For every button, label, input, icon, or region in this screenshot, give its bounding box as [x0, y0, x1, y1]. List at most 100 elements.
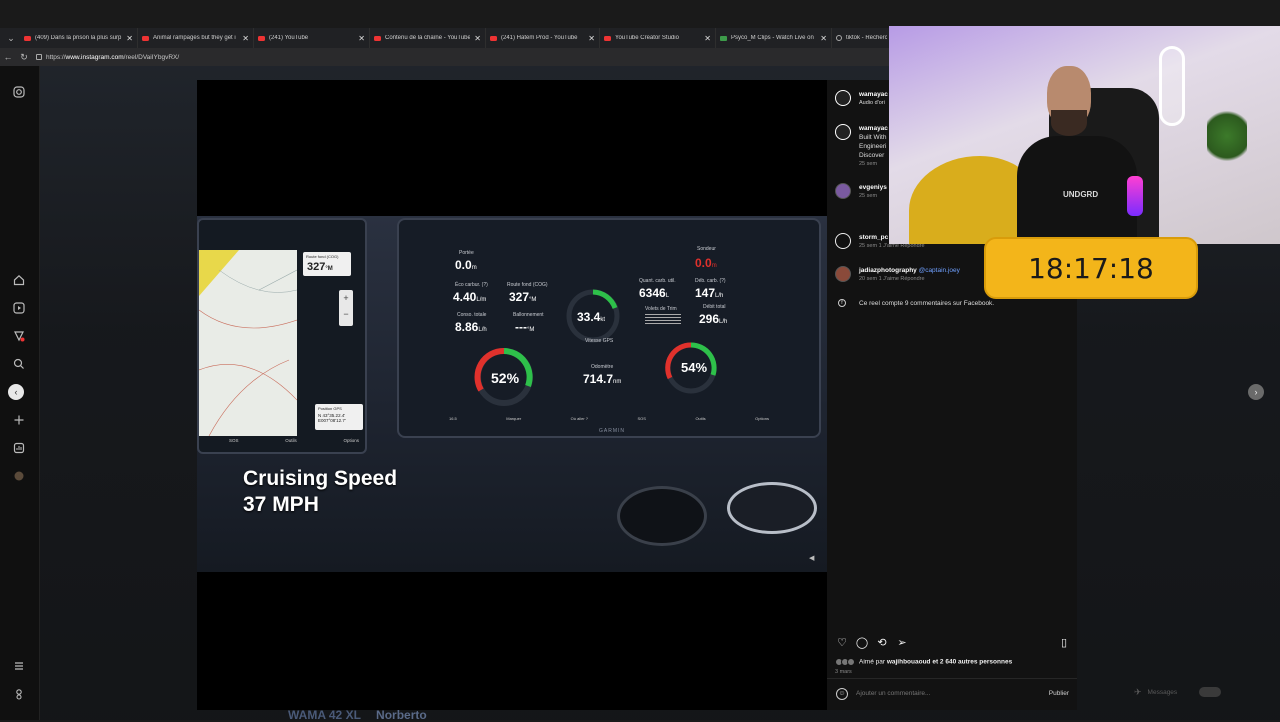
likes-prefix: Aimé par — [859, 658, 887, 666]
cog-readout: Route fond (COG) 327°M — [303, 252, 351, 276]
portee-label: Portée — [459, 250, 474, 256]
reload-icon[interactable]: ↻ — [16, 52, 32, 63]
nautical-map — [199, 250, 297, 436]
map-zoom-control: + − — [339, 290, 353, 326]
ballast-value: --- — [515, 320, 527, 334]
gps-lon: E007°08'12.7' — [318, 418, 346, 423]
avatar[interactable] — [835, 233, 851, 249]
debit-label: Débit total — [703, 304, 726, 310]
back-icon[interactable]: ← — [0, 52, 16, 62]
avatar[interactable] — [835, 124, 851, 140]
close-tab-icon[interactable]: ✕ — [474, 34, 481, 43]
twitch-favicon-icon — [720, 35, 727, 41]
conso-value: 8.86 — [455, 320, 479, 334]
carb-value: 147 — [695, 286, 716, 300]
url-path: /reel/DVaiIYbgvRX/ — [123, 53, 180, 61]
trim-indicator — [645, 314, 681, 324]
tab-title: (241) YouTube — [269, 35, 309, 41]
youtube-favicon-icon — [258, 35, 265, 41]
comment-input[interactable] — [856, 690, 1049, 697]
likes-suffix[interactable]: et 2 640 autres personnes — [931, 659, 1012, 666]
search-icon[interactable] — [12, 358, 26, 372]
messages-label: Messages — [1147, 688, 1178, 696]
tab-list-chevron-icon[interactable]: ⌄ — [2, 29, 20, 47]
menu-icon[interactable] — [12, 660, 26, 674]
caption-line-2: 37 MPH — [243, 493, 319, 516]
ballast-label: Ballonnement — [513, 312, 544, 318]
caption-line-1: Cruising Speed — [243, 467, 398, 490]
mute-icon[interactable]: ◀ — [809, 554, 817, 562]
route-label: Route fond (COG) — [507, 282, 548, 288]
close-tab-icon[interactable]: ✕ — [358, 34, 365, 43]
home-icon[interactable] — [12, 274, 26, 288]
wall-light — [1159, 46, 1185, 126]
cog-label: Route fond (COG) — [306, 254, 339, 259]
tab-title: (409) Dans la prison la plus surp — [35, 35, 122, 41]
instagram-icon[interactable] — [12, 86, 26, 100]
instr-menu-options: Options — [755, 416, 769, 421]
depth-unit: m — [711, 263, 717, 269]
browser-tab[interactable]: YouTube Creator Studio ✕ — [600, 28, 716, 48]
browser-tab[interactable]: Animal rampages but they get i ✕ — [138, 28, 254, 48]
browser-tab[interactable]: (241) Hatem Prod - YouTube ✕ — [486, 28, 600, 48]
plant — [1207, 106, 1247, 166]
debit-unit: L/h — [719, 319, 728, 325]
threads-icon[interactable] — [12, 688, 26, 702]
avatar[interactable] — [835, 183, 851, 199]
create-icon[interactable] — [12, 414, 26, 428]
comment-user[interactable]: jadiazphotography — [859, 267, 917, 274]
instr-menu-tools: Outils — [695, 416, 706, 421]
browser-tab[interactable]: tiktok - Recherche — [832, 28, 892, 48]
url-host: www.instagram.com — [65, 53, 124, 61]
publish-button[interactable]: Publier — [1049, 690, 1069, 697]
background-text: WAMA 42 XL Norberto — [280, 708, 980, 722]
search-favicon-icon — [836, 35, 842, 41]
emoji-icon[interactable]: ☺ — [836, 687, 848, 700]
messages-button[interactable]: ✈ Messages — [1134, 682, 1250, 702]
tab-title: Animal rampages but they get i — [153, 35, 236, 41]
stream-clock: 18:17:18 — [984, 237, 1198, 299]
webcam-overlay: UNDGRD — [889, 26, 1280, 244]
odo-label: Odomètre — [591, 364, 614, 370]
comment-mention[interactable]: @captain.joey — [919, 267, 960, 274]
browser-tab[interactable]: Psyco_M Clips - Watch Live on K ✕ — [716, 28, 832, 48]
quant-label: Quant. carb. util. — [639, 278, 676, 284]
next-reel-button[interactable]: › — [1248, 384, 1264, 400]
close-tab-icon[interactable]: ✕ — [704, 34, 711, 43]
close-tab-icon[interactable]: ✕ — [588, 34, 595, 43]
previous-reel-button[interactable]: ‹ — [8, 384, 24, 400]
post-date: 3 mars — [835, 669, 852, 675]
repost-icon[interactable]: ⟲ — [875, 636, 889, 650]
close-tab-icon[interactable]: ✕ — [242, 34, 249, 43]
avatar[interactable] — [835, 266, 851, 282]
microphone — [1127, 176, 1143, 216]
profile-icon[interactable] — [12, 470, 26, 484]
portee-unit: m — [471, 265, 477, 271]
plotter-menu-options: Options — [343, 438, 359, 443]
close-tab-icon[interactable]: ✕ — [126, 34, 133, 43]
browser-tab[interactable]: (409) Dans la prison la plus surp ✕ — [20, 28, 138, 48]
post-actions: ♡ ◯ ⟲ ➢ ▯ — [835, 636, 1071, 652]
reel-video[interactable]: + − Route fond (COG) 327°M Position GPS N… — [197, 80, 827, 710]
shirt-logo: UNDGRD — [1063, 190, 1099, 199]
streamer-beard — [1051, 110, 1087, 136]
route-unit: °M — [529, 297, 537, 303]
comment-icon[interactable]: ◯ — [855, 636, 869, 650]
tab-title: YouTube Creator Studio — [615, 35, 679, 41]
browser-tab[interactable]: Contenu de la chaîne - YouTube ✕ — [370, 28, 486, 48]
browser-tab[interactable]: (241) YouTube ✕ — [254, 28, 370, 48]
bookmark-icon[interactable]: ▯ — [1057, 636, 1071, 650]
reels-icon[interactable] — [12, 302, 26, 316]
site-info-icon[interactable] — [36, 54, 42, 60]
close-tab-icon[interactable]: ✕ — [820, 34, 827, 43]
url-field[interactable]: https://www.instagram.com/reel/DVaiIYbgv… — [36, 54, 179, 61]
tab-title: Contenu de la chaîne - YouTube — [385, 35, 471, 41]
dashboard-icon[interactable] — [12, 442, 26, 456]
share-icon[interactable]: ➢ — [895, 636, 909, 650]
garmin-logo: GARMIN — [599, 428, 625, 434]
avatar[interactable] — [835, 90, 851, 106]
explore-icon[interactable] — [12, 330, 26, 344]
cog-value: 327 — [307, 261, 326, 273]
likes-user[interactable]: wajihbouaoud — [887, 659, 931, 666]
heart-icon[interactable]: ♡ — [835, 636, 849, 650]
